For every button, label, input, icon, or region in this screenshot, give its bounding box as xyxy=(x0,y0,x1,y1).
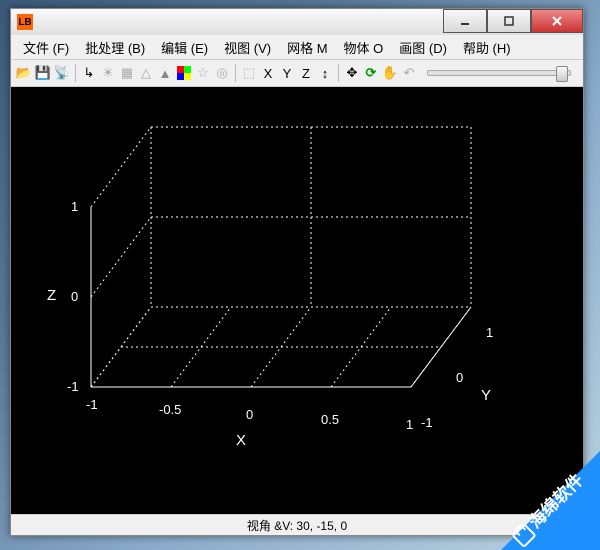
x-tick: -0.5 xyxy=(159,402,181,417)
status-text: 视角 &V: 30, -15, 0 xyxy=(247,517,347,534)
z-tick: 0 xyxy=(71,289,78,304)
menu-draw[interactable]: 画图 (D) xyxy=(391,36,455,59)
app-icon: LB xyxy=(17,14,33,30)
rotate-y-icon[interactable]: Y xyxy=(278,64,296,82)
x-tick: -1 xyxy=(86,397,98,412)
separator xyxy=(338,64,339,82)
minimize-button[interactable] xyxy=(443,9,487,33)
menu-object[interactable]: 物体 O xyxy=(336,36,392,59)
shade-icon[interactable]: ▲ xyxy=(156,64,174,82)
menu-edit[interactable]: 编辑 (E) xyxy=(153,36,216,59)
rotate-free-icon[interactable]: ↕ xyxy=(316,64,334,82)
menu-grid[interactable]: 网格 M xyxy=(279,36,335,59)
antenna-icon[interactable]: 📡 xyxy=(53,64,71,82)
z-tick: -1 xyxy=(67,379,79,394)
x-tick: 0.5 xyxy=(321,412,339,427)
separator xyxy=(75,64,76,82)
toolbar: 📂 💾 📡 ↳ ☀ ▦ △ ▲ ☆ ◎ ⬚ X Y Z ↕ ✥ ⟳ ✋ ↶ xyxy=(11,59,583,87)
titlebar[interactable]: LB xyxy=(11,9,583,35)
zoom-slider[interactable] xyxy=(427,70,571,76)
star-icon[interactable]: ☆ xyxy=(194,64,212,82)
select-icon[interactable]: ⬚ xyxy=(240,64,258,82)
app-window: LB 文件 (F) 批处理 (B) 编辑 (E) 视图 (V) 网格 M 物体 … xyxy=(10,8,584,536)
close-button[interactable] xyxy=(531,9,583,33)
rotate-x-icon[interactable]: X xyxy=(259,64,277,82)
menu-view[interactable]: 视图 (V) xyxy=(216,36,279,59)
y-axis-label: Y xyxy=(481,387,491,404)
hand-icon[interactable]: ✋ xyxy=(381,64,399,82)
x-tick: 1 xyxy=(406,417,413,432)
undo-icon[interactable]: ↶ xyxy=(400,64,418,82)
viewport-3d[interactable]: 1 0 -1 Z -1 -0.5 0 0.5 1 X -1 0 1 Y xyxy=(11,87,583,514)
menu-batch[interactable]: 批处理 (B) xyxy=(77,36,153,59)
axis-icon[interactable]: ↳ xyxy=(80,64,98,82)
grid-icon[interactable]: ▦ xyxy=(118,64,136,82)
statusbar: 视角 &V: 30, -15, 0 xyxy=(11,514,583,535)
y-tick: 0 xyxy=(456,370,463,385)
move-icon[interactable]: ✥ xyxy=(343,64,361,82)
wireframe-icon[interactable]: △ xyxy=(137,64,155,82)
z-tick: 1 xyxy=(71,199,78,214)
y-tick: 1 xyxy=(486,325,493,340)
slider-thumb[interactable] xyxy=(556,66,568,82)
colormap-icon[interactable] xyxy=(175,64,193,82)
z-axis-label: Z xyxy=(47,287,56,304)
target-icon[interactable]: ◎ xyxy=(213,64,231,82)
light-icon[interactable]: ☀ xyxy=(99,64,117,82)
save-icon[interactable]: 💾 xyxy=(34,64,52,82)
separator xyxy=(235,64,236,82)
x-axis-label: X xyxy=(236,432,246,449)
menubar: 文件 (F) 批处理 (B) 编辑 (E) 视图 (V) 网格 M 物体 O 画… xyxy=(11,35,583,59)
y-tick: -1 xyxy=(421,415,433,430)
rotate-z-icon[interactable]: Z xyxy=(297,64,315,82)
window-controls xyxy=(443,9,583,33)
open-icon[interactable]: 📂 xyxy=(15,64,33,82)
rotate-icon[interactable]: ⟳ xyxy=(362,64,380,82)
menu-file[interactable]: 文件 (F) xyxy=(15,36,77,59)
maximize-button[interactable] xyxy=(487,9,531,33)
x-tick: 0 xyxy=(246,407,253,422)
menu-help[interactable]: 帮助 (H) xyxy=(455,36,519,59)
